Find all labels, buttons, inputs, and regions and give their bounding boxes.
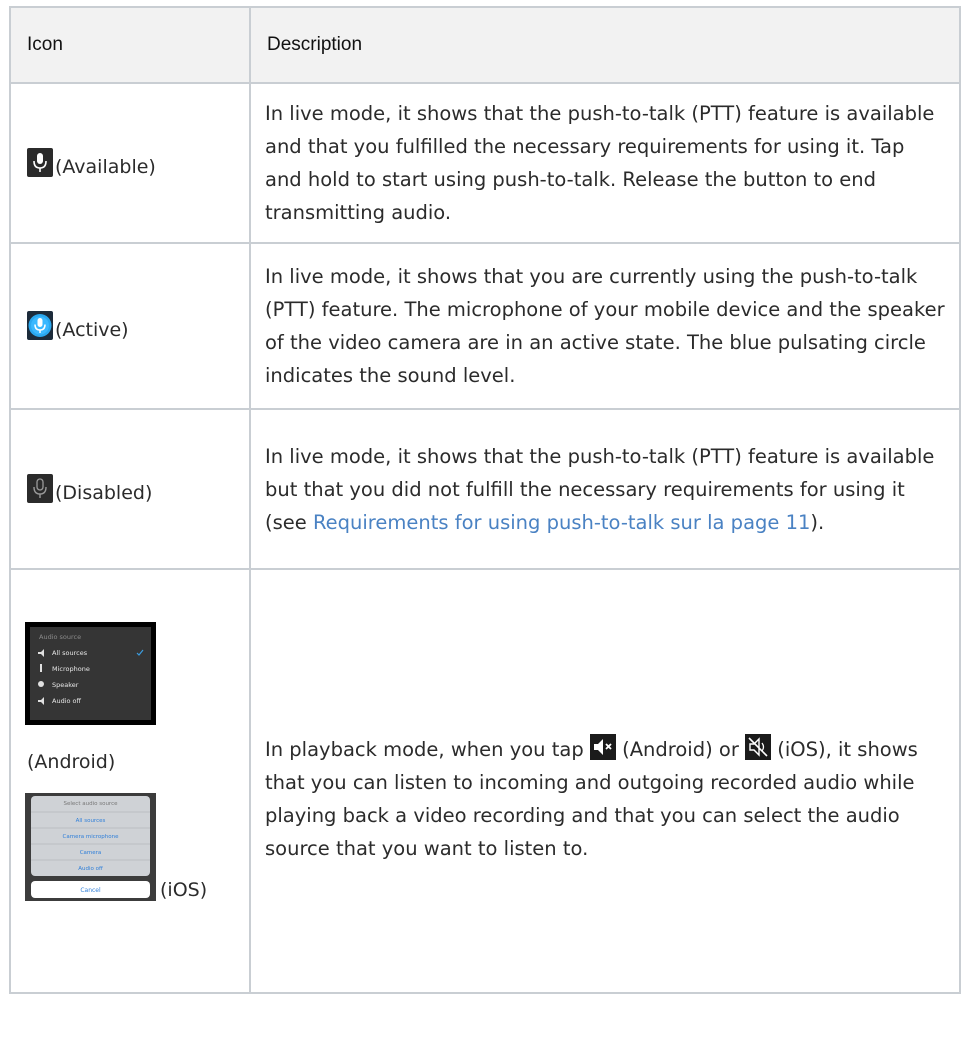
speaker-mute-android-icon xyxy=(589,734,616,760)
ios-menu-title: Select audio source xyxy=(64,801,119,807)
icon-cell: (Disabled) xyxy=(9,408,251,570)
icon-cell: (Active) xyxy=(9,242,251,410)
ios-menu-item: All sources xyxy=(76,818,106,824)
description-cell: In live mode, it shows that the push-to-… xyxy=(249,82,961,244)
icon-description-table: Icon Description (Available) In live mod… xyxy=(9,6,961,994)
ios-menu-item: Camera microphone xyxy=(63,834,120,840)
table-row: (Available) In live mode, it shows that … xyxy=(9,82,961,244)
icon-cell: Audio source All sources Microphone Spea… xyxy=(9,568,251,994)
ios-menu-item: Camera xyxy=(80,850,102,856)
table-row: (Active) In live mode, it shows that you… xyxy=(9,242,961,410)
ios-menu-cancel: Cancel xyxy=(80,887,101,894)
ios-audio-source-screenshot: Select audio source All sources Camera m… xyxy=(25,793,156,901)
android-menu-item: All sources xyxy=(52,649,88,657)
icon-label: (Available) xyxy=(55,156,156,178)
mic-available-icon xyxy=(27,148,53,177)
mic-disabled-icon xyxy=(27,474,53,503)
ios-label: (iOS) xyxy=(160,879,208,901)
icon-label: (Disabled) xyxy=(55,482,153,504)
android-label: (Android) xyxy=(27,751,116,773)
android-menu-item: Audio off xyxy=(52,697,82,705)
description-text-end: ). xyxy=(810,510,825,534)
description-text: In playback mode, when you tap xyxy=(265,738,590,761)
description-text: (Android) or xyxy=(615,738,746,761)
ios-menu-item: Audio off xyxy=(78,866,103,872)
speaker-mute-ios-icon xyxy=(745,734,772,760)
icon-label: (Active) xyxy=(55,319,129,341)
requirements-link[interactable]: Requirements for using push-to-talk sur … xyxy=(313,511,810,534)
android-audio-source-screenshot: Audio source All sources Microphone Spea… xyxy=(25,622,156,725)
icon-column-header: Icon xyxy=(9,6,251,84)
description-cell: In live mode, it shows that you are curr… xyxy=(249,242,961,410)
description-cell: In playback mode, when you tap (Android)… xyxy=(249,568,961,994)
table-row: (Disabled) In live mode, it shows that t… xyxy=(9,408,961,570)
icon-cell: (Available) xyxy=(9,82,251,244)
description-cell: In live mode, it shows that the push-to-… xyxy=(249,408,961,570)
android-menu-item: Speaker xyxy=(52,681,79,689)
android-menu-item: Microphone xyxy=(52,665,90,673)
mic-active-icon xyxy=(27,311,53,340)
description-column-header: Description xyxy=(249,6,961,84)
android-menu-title: Audio source xyxy=(39,633,81,641)
table-row: Audio source All sources Microphone Spea… xyxy=(9,568,961,994)
